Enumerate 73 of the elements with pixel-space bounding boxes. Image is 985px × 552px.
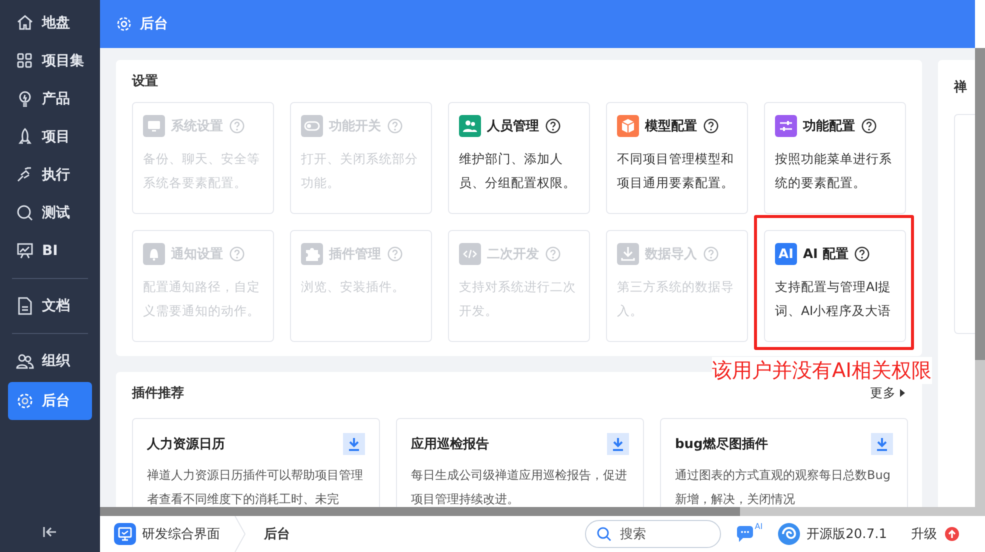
nav-item[interactable]: 项目 [8,118,92,156]
ai-icon: AI [775,243,797,265]
download-icon [347,437,361,451]
help-icon [387,118,403,134]
help-icon [545,118,561,134]
plugin-title: 人力资源日历 [147,436,225,453]
section-title: 插件推荐 [132,385,184,402]
download-icon [611,437,625,451]
help-icon [854,246,870,262]
collapse-icon[interactable] [43,526,57,538]
presentation-icon [16,242,34,260]
nav-item[interactable]: 组织 [8,342,92,380]
help-icon [703,246,719,262]
section-title: 禅 [954,78,968,96]
setting-card[interactable]: 模型配置 不同项目管理模型和项目通用要素配置。 [606,102,748,214]
page-title: 后台 [140,15,168,33]
help-icon [703,118,719,134]
nav-item[interactable]: 文档 [8,287,92,325]
plugin-description: 禅道人力资源日历插件可以帮助项目管理者查看不同维度下的消耗工时、未完 [147,467,364,508]
breadcrumb[interactable]: 后台 [260,525,290,543]
scrollbar[interactable] [100,507,975,516]
card-title: AI 配置 [803,246,848,263]
chevron-icon [234,516,246,552]
setting-card[interactable]: 人员管理 维护部门、添加人员、分组配置权限。 [448,102,590,214]
settings-icon [116,16,132,32]
search-field[interactable]: 搜索 [584,520,721,548]
card-description: 按照功能菜单进行系统的要素配置。 [775,150,893,192]
plugin-description: 通过图表的方式直观的观察每日总数Bug新增，解决，关闭情况 [675,467,892,508]
plugin-title: bug燃尽图插件 [675,436,768,453]
upgrade-link[interactable]: 升级 [911,525,959,543]
nav-item[interactable]: 项目集 [8,42,92,80]
card-title: 功能配置 [803,118,855,135]
nav-item[interactable]: 执行 [8,156,92,194]
help-icon [545,246,561,262]
download-button[interactable] [607,433,629,455]
rocket-icon [16,128,34,146]
nav-item[interactable]: 测试 [8,194,92,232]
nav-item[interactable]: 后台 [8,382,92,420]
nav-item[interactable]: 地盘 [8,4,92,42]
app-switcher[interactable]: 研发综合界面 [114,523,220,545]
card-title: 人员管理 [487,118,539,135]
document-icon [16,297,34,315]
home-icon [16,14,34,32]
setting-card[interactable]: 功能配置 按照功能菜单进行系统的要素配置。 [764,102,906,214]
version-link[interactable]: 开源版20.7.1 [776,522,887,546]
card-description: 支持配置与管理AI提词、AI小程序及大语 [775,278,892,320]
card-description: 不同项目管理模型和项目通用要素配置。 [617,150,735,192]
monitor-icon [114,523,136,545]
runner-icon [16,166,34,184]
download-button[interactable] [343,433,365,455]
people-icon [16,352,34,370]
upgrade-icon [945,527,959,541]
search-icon [16,204,34,222]
annotation: 该用户并没有AI相关权限 [712,357,932,384]
plugin-description: 每日生成公司级禅道应用巡检报告，促进项目管理持续改进。 [411,467,628,508]
card-title: 模型配置 [645,118,697,135]
card-description: 维护部门、添加人员、分组配置权限。 [459,150,577,192]
section-title: 设置 [132,73,159,90]
download-button[interactable] [871,433,893,455]
help-icon [861,118,877,134]
settings-icon [16,392,34,410]
download-icon [875,437,889,451]
plugin-title: 应用巡检报告 [411,436,489,453]
logo-icon [776,522,801,546]
more-link[interactable]: 更多 [870,384,906,402]
caret-icon [899,388,906,398]
help-icon [229,118,245,134]
grid-icon [16,52,34,70]
setting-card[interactable]: AI AI 配置 支持配置与管理AI提词、AI小程序及大语 [764,230,906,342]
nav-item[interactable]: BI [8,232,92,270]
nav-item[interactable]: 产品 [8,80,92,118]
help-icon [229,246,245,262]
help-icon [387,246,403,262]
